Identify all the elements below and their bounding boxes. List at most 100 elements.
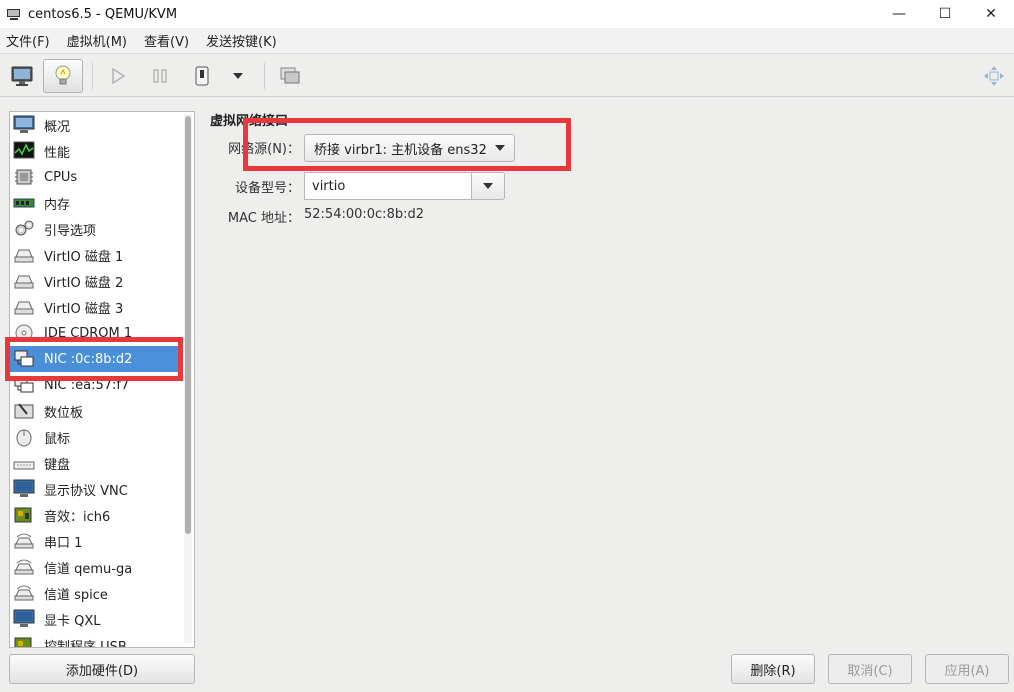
hw-label: 键盘 xyxy=(44,457,71,473)
snapshots-icon xyxy=(280,67,300,84)
hw-virtio-disk-2[interactable]: VirtIO 磁盘 2 xyxy=(10,268,182,294)
video-card-icon xyxy=(13,609,35,627)
details-lightbulb-icon xyxy=(55,65,71,85)
menu-send-key[interactable]: 发送按键(K) xyxy=(206,31,277,50)
disk-drive-icon xyxy=(14,301,34,315)
hw-label: 内存 xyxy=(44,197,71,213)
menu-view[interactable]: 查看(V) xyxy=(144,31,189,50)
hw-label: 引导选项 xyxy=(44,223,97,239)
hw-virtio-disk-3[interactable]: VirtIO 磁盘 3 xyxy=(10,294,182,320)
boot-gears-icon xyxy=(15,220,34,236)
display-monitor-icon xyxy=(13,479,35,497)
hw-label: 概况 xyxy=(44,119,71,135)
shutdown-menu-arrow-icon xyxy=(233,73,243,79)
hw-video-qxl[interactable]: 显卡 QXL xyxy=(10,606,182,632)
details-button[interactable] xyxy=(43,59,83,93)
performance-graph-icon xyxy=(13,141,35,159)
hw-keyboard[interactable]: 键盘 xyxy=(10,450,182,476)
device-model-combo: virtio xyxy=(304,172,505,200)
run-button[interactable] xyxy=(98,59,138,93)
disk-drive-icon xyxy=(14,249,34,263)
hw-tablet[interactable]: 数位板 xyxy=(10,398,182,424)
shutdown-button[interactable] xyxy=(182,59,222,93)
network-source-label: 网络源(N)： xyxy=(228,142,300,157)
hw-label: VirtIO 磁盘 3 xyxy=(44,301,124,317)
sidebar-scroll-thumb[interactable] xyxy=(185,116,191,534)
hw-label: CPUs xyxy=(44,169,78,185)
cancel-button[interactable]: 取消(C) xyxy=(828,654,912,684)
hw-label: 信道 spice xyxy=(44,587,108,603)
hw-virtio-disk-1[interactable]: VirtIO 磁盘 1 xyxy=(10,242,182,268)
hw-label: 显示协议 VNC xyxy=(44,483,128,499)
hw-controller-usb[interactable]: 控制程序 USB xyxy=(10,632,182,648)
hw-label: NIC :0c:8b:d2 xyxy=(44,351,133,367)
remove-button[interactable]: 删除(R) xyxy=(731,654,815,684)
hw-display-vnc[interactable]: 显示协议 VNC xyxy=(10,476,182,502)
hw-mouse[interactable]: 鼠标 xyxy=(10,424,182,450)
move-handle[interactable] xyxy=(976,59,1012,93)
app-monitor-icon xyxy=(6,8,22,20)
pause-button[interactable] xyxy=(140,59,180,93)
add-hardware-button[interactable]: 添加硬件(D) xyxy=(9,654,195,684)
hw-label: 音效：ich6 xyxy=(44,509,111,525)
hw-label: 显卡 QXL xyxy=(44,613,101,629)
section-title: 虚拟网络接口 xyxy=(210,114,289,129)
chevron-down-icon xyxy=(494,145,505,151)
tablet-icon xyxy=(14,403,34,419)
hw-label: IDE CDROM 1 xyxy=(44,325,133,341)
device-model-input[interactable]: virtio xyxy=(304,172,471,200)
mouse-icon xyxy=(16,429,32,447)
shutdown-power-icon xyxy=(195,66,209,86)
toolbar-separator xyxy=(92,63,93,89)
hardware-list[interactable]: 概况 性能 CPUs 内存 引导选项 VirtIO 磁盘 1 VirtIO 磁盘… xyxy=(9,111,195,648)
pause-icon xyxy=(153,69,167,83)
hw-boot-options[interactable]: 引导选项 xyxy=(10,216,182,242)
hw-nic-selected[interactable]: NIC :0c:8b:d2 xyxy=(10,346,182,372)
hw-nic-2[interactable]: NIC :ea:57:f7 xyxy=(10,372,182,398)
menu-file[interactable]: 文件(F) xyxy=(6,31,50,50)
snapshots-button[interactable] xyxy=(270,59,310,93)
hw-label: NIC :ea:57:f7 xyxy=(44,377,130,393)
minimize-button[interactable]: — xyxy=(876,0,922,28)
hw-label: 控制程序 USB xyxy=(44,639,127,648)
close-button[interactable]: ✕ xyxy=(968,0,1014,28)
maximize-button[interactable]: ☐ xyxy=(922,0,968,28)
menu-vm[interactable]: 虚拟机(M) xyxy=(67,31,127,50)
title-bar: centos6.5 - QEMU/KVM — ☐ ✕ xyxy=(0,0,1014,28)
disk-drive-icon xyxy=(14,275,34,289)
sound-card-icon xyxy=(14,507,32,523)
cpu-chip-icon xyxy=(15,169,33,185)
hw-overview[interactable]: 概况 xyxy=(10,112,182,138)
memory-ram-icon xyxy=(13,198,35,208)
toolbar xyxy=(0,55,1014,97)
hw-channel-qemu-ga[interactable]: 信道 qemu-ga xyxy=(10,554,182,580)
hw-cpus[interactable]: CPUs xyxy=(10,164,182,190)
controller-icon xyxy=(14,637,32,647)
hw-serial-1[interactable]: 串口 1 xyxy=(10,528,182,554)
shutdown-menu-button[interactable] xyxy=(220,59,256,93)
overview-monitor-icon xyxy=(13,115,35,133)
hw-label: VirtIO 磁盘 1 xyxy=(44,249,124,265)
device-model-label: 设备型号： xyxy=(234,181,300,196)
mac-address-value: 52:54:00:0c:8b:d2 xyxy=(304,207,424,222)
hw-performance[interactable]: 性能 xyxy=(10,138,182,164)
hw-label: 性能 xyxy=(44,145,71,161)
hw-label: 数位板 xyxy=(44,405,84,421)
toolbar-separator xyxy=(264,63,265,89)
apply-button[interactable]: 应用(A) xyxy=(925,654,1009,684)
hw-memory[interactable]: 内存 xyxy=(10,190,182,216)
console-button[interactable] xyxy=(2,59,42,93)
move-arrows-icon xyxy=(984,66,1004,86)
network-source-dropdown[interactable]: 桥接 virbr1: 主机设备 ens32 xyxy=(304,134,515,162)
network-nic-icon xyxy=(14,350,34,367)
keyboard-icon xyxy=(13,461,35,470)
sidebar-scrollbar[interactable] xyxy=(184,114,192,643)
hw-ide-cdrom-1[interactable]: IDE CDROM 1 xyxy=(10,320,182,346)
hardware-list-items: 概况 性能 CPUs 内存 引导选项 VirtIO 磁盘 1 VirtIO 磁盘… xyxy=(10,112,182,648)
window-title: centos6.5 - QEMU/KVM xyxy=(28,6,178,22)
device-model-dropdown-button[interactable] xyxy=(471,172,505,200)
serial-port-icon xyxy=(14,533,34,549)
channel-icon xyxy=(14,559,34,575)
hw-channel-spice[interactable]: 信道 spice xyxy=(10,580,182,606)
hw-sound[interactable]: 音效：ich6 xyxy=(10,502,182,528)
